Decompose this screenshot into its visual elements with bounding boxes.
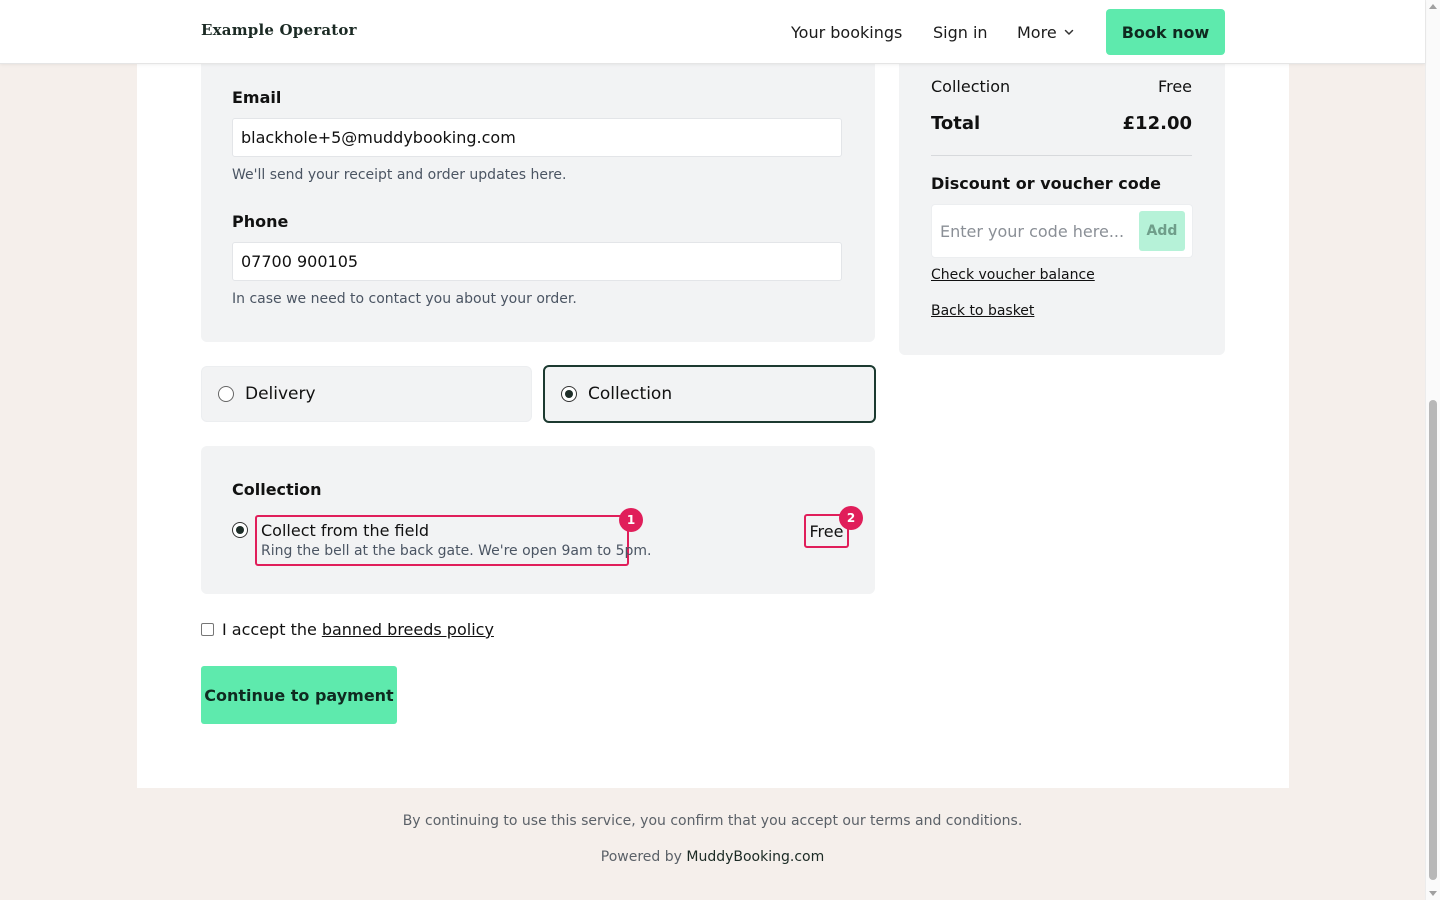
nav-your-bookings[interactable]: Your bookings	[791, 0, 902, 64]
add-discount-button[interactable]: Add	[1139, 211, 1185, 251]
phone-label: Phone	[232, 212, 289, 231]
collection-card-title: Collection	[232, 480, 322, 499]
collection-point-radio[interactable]	[232, 522, 248, 538]
delivery-option-label: Delivery	[245, 384, 316, 404]
email-field[interactable]: blackhole+5@muddybooking.com	[232, 118, 842, 157]
phone-field[interactable]: 07700 900105	[232, 242, 842, 281]
banned-breeds-policy-link[interactable]: banned breeds policy	[322, 620, 494, 639]
annotation-badge-2: 2	[839, 506, 863, 530]
collection-option-label: Collection	[588, 384, 673, 404]
muddybooking-link[interactable]: MuddyBooking.com	[686, 849, 824, 865]
chevron-down-icon	[1064, 29, 1073, 35]
delivery-option[interactable]: Delivery	[201, 366, 532, 422]
nav-more-label[interactable]: More	[1017, 23, 1057, 42]
policy-prefix-text: I accept the	[222, 620, 317, 639]
footer-powered-by: Powered by MuddyBooking.com	[0, 849, 1425, 865]
policy-acceptance: I accept the banned breeds policy	[201, 620, 494, 639]
footer-powered-prefix: Powered by	[600, 849, 682, 865]
annotation-badge-1: 1	[619, 508, 643, 532]
summary-divider	[931, 155, 1192, 156]
back-to-basket-link[interactable]: Back to basket	[931, 303, 1034, 319]
collection-radio[interactable]	[561, 386, 577, 402]
summary-collection-row: Collection Free	[931, 77, 1192, 96]
book-now-button[interactable]: Book now	[1106, 9, 1225, 55]
collection-option[interactable]: Collection	[543, 365, 876, 423]
top-navigation-bar: Example Operator Your bookings Sign in M…	[0, 0, 1425, 64]
email-label: Email	[232, 88, 282, 107]
nav-sign-in-label[interactable]: Sign in	[933, 23, 988, 42]
policy-checkbox[interactable]	[201, 623, 214, 636]
scroll-down-arrow-icon[interactable]	[1429, 891, 1437, 896]
discount-code-input[interactable]	[932, 205, 1132, 257]
nav-more-menu[interactable]: More	[1017, 0, 1075, 64]
summary-total-label: Total	[931, 113, 981, 134]
continue-to-payment-button[interactable]: Continue to payment	[201, 666, 397, 724]
delivery-radio[interactable]	[218, 386, 234, 402]
summary-collection-value: Free	[1158, 77, 1192, 96]
phone-hint: In case we need to contact you about you…	[232, 291, 577, 307]
nav-your-bookings-label[interactable]: Your bookings	[791, 23, 902, 42]
discount-code-group: Add	[931, 204, 1193, 258]
summary-total-row: Total £12.00	[931, 113, 1192, 134]
scroll-up-arrow-icon[interactable]	[1429, 4, 1437, 9]
collection-point-description: Ring the bell at the back gate. We're op…	[261, 543, 652, 559]
page-scrollbar[interactable]	[1425, 0, 1440, 900]
discount-title: Discount or voucher code	[931, 174, 1161, 193]
check-voucher-balance-link[interactable]: Check voucher balance	[931, 267, 1095, 283]
scrollbar-thumb[interactable]	[1429, 400, 1437, 880]
collection-point-name: Collect from the field	[261, 521, 430, 540]
summary-collection-label: Collection	[931, 77, 1011, 96]
summary-total-value: £12.00	[1122, 113, 1192, 134]
email-hint: We'll send your receipt and order update…	[232, 167, 567, 183]
collection-point-option[interactable]: Collect from the field Ring the bell at …	[255, 515, 652, 566]
footer-terms-text: By continuing to use this service, you c…	[402, 813, 1023, 829]
nav-sign-in[interactable]: Sign in	[933, 0, 988, 64]
brand-logo[interactable]: Example Operator	[201, 21, 357, 39]
